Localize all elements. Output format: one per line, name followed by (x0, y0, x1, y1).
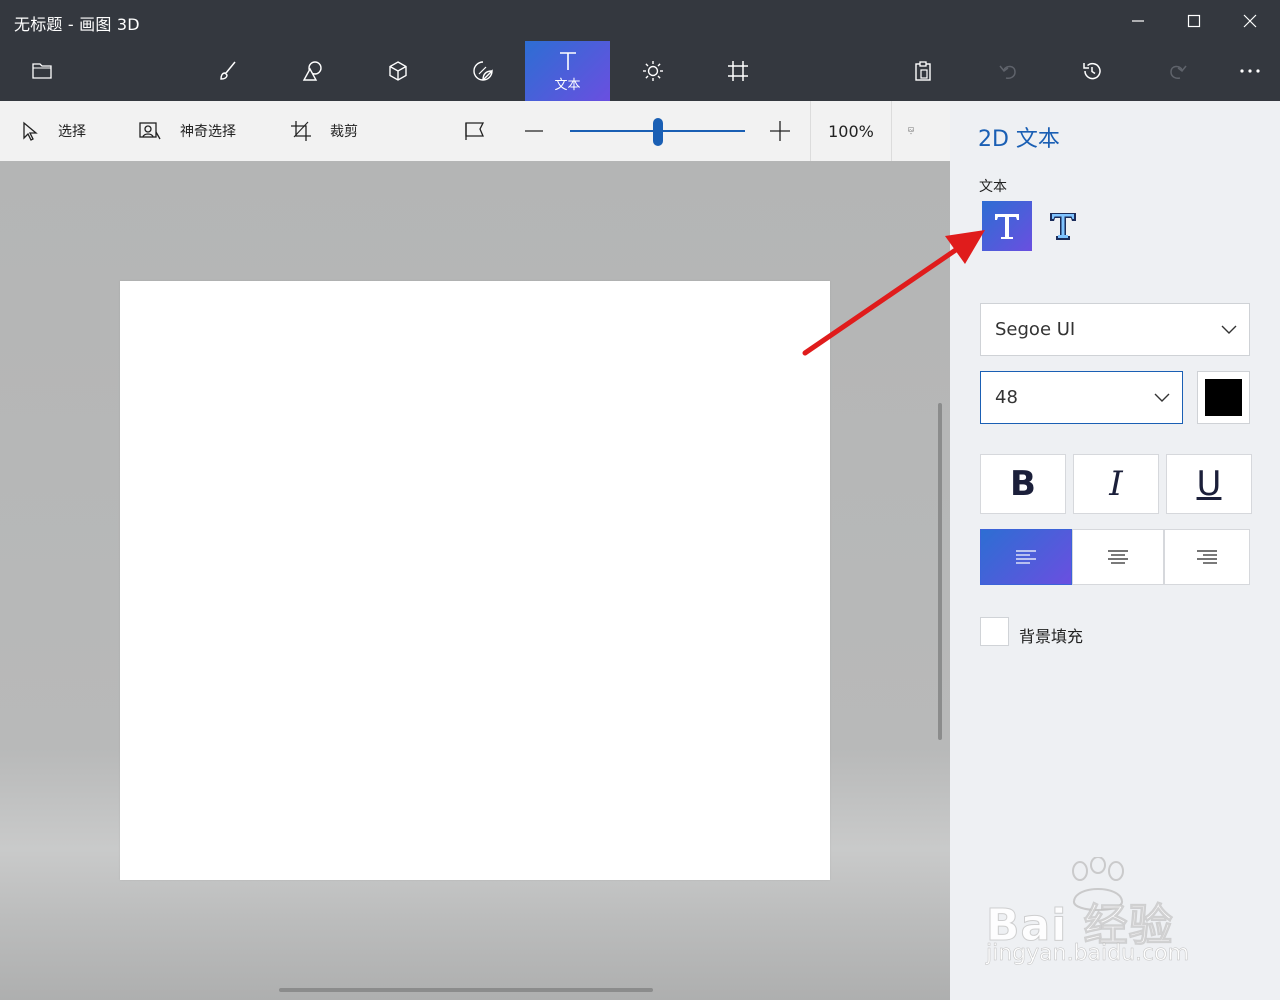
font-size-dropdown[interactable]: 48 (980, 371, 1183, 424)
select-button[interactable]: 选择 (20, 101, 86, 161)
maximize-button[interactable] (1166, 0, 1222, 41)
plus-icon (770, 121, 790, 141)
text-color-chip (1205, 379, 1242, 416)
undo-icon (999, 65, 1016, 79)
select-label: 选择 (58, 124, 86, 140)
tool-canvas[interactable] (695, 41, 780, 101)
tool-3d-shapes[interactable] (355, 41, 440, 101)
more-button[interactable] (1228, 41, 1272, 101)
tool-2d-shapes[interactable] (270, 41, 355, 101)
paste-icon (915, 61, 931, 81)
history-button[interactable] (1070, 41, 1114, 101)
background-fill-label: 背景填充 (1019, 627, 1084, 646)
watermark-site: jingyan.baidu.com (986, 941, 1190, 967)
stickers-icon (472, 61, 493, 81)
italic-button[interactable]: I (1073, 454, 1159, 514)
align-center-button[interactable] (1072, 529, 1164, 585)
cursor-icon (23, 121, 38, 141)
text-color-picker[interactable] (1197, 371, 1250, 424)
text-icon (559, 51, 576, 70)
paste-button[interactable] (901, 41, 945, 101)
align-right-button[interactable] (1164, 529, 1250, 585)
bold-button[interactable]: B (980, 454, 1066, 514)
crop-label: 裁剪 (330, 124, 358, 140)
minimize-icon (1132, 19, 1144, 22)
underline-button[interactable]: U (1166, 454, 1252, 514)
align-center-icon (1108, 550, 1128, 564)
minus-icon (525, 130, 543, 132)
undo-button[interactable] (986, 41, 1030, 101)
menu-button[interactable] (20, 41, 64, 101)
image-icon (908, 127, 914, 135)
align-left-button[interactable] (980, 529, 1072, 585)
annotation-arrow (802, 230, 985, 356)
crop-icon (291, 121, 311, 141)
redo-icon (1170, 65, 1187, 79)
drawing-canvas[interactable] (120, 281, 830, 880)
2d-shapes-icon (302, 61, 322, 81)
more-icon (1240, 69, 1260, 73)
folder-icon (32, 63, 52, 79)
background-fill-checkbox[interactable] (980, 617, 1009, 646)
tool-effects[interactable] (610, 41, 695, 101)
close-button[interactable] (1222, 0, 1278, 41)
magic-select-label: 神奇选择 (180, 124, 236, 140)
panel-title: 2D 文本 (978, 127, 1060, 152)
magic-select-icon (139, 122, 161, 140)
watermark: Bai 经验 jingyan.baidu.com (978, 855, 1238, 975)
effects-icon (642, 61, 663, 81)
main-toolbar: 文本 (0, 41, 1280, 101)
3d-shapes-icon (388, 61, 407, 81)
tool-text-label: 文本 (554, 77, 581, 93)
text-2d-icon (995, 214, 1019, 239)
text-3d-icon (1050, 213, 1076, 240)
zoom-slider-thumb[interactable] (652, 118, 663, 146)
vertical-scrollbar[interactable] (938, 403, 942, 740)
brush-icon (219, 61, 236, 80)
text-type-label: 文本 (979, 179, 1007, 195)
title-bar: 无标题 - 画图 3D (0, 0, 1280, 41)
view-3d-icon (465, 122, 485, 140)
redo-button[interactable] (1156, 41, 1200, 101)
sub-toolbar: 选择 神奇选择 裁剪 (0, 101, 950, 161)
zoom-out-button[interactable] (524, 101, 562, 161)
chevron-down-icon (1221, 325, 1237, 334)
zoom-in-button[interactable] (769, 101, 809, 161)
crop-button[interactable]: 裁剪 (290, 101, 358, 161)
history-icon (1083, 62, 1101, 80)
font-family-dropdown[interactable]: Segoe UI (980, 303, 1250, 356)
minimize-button[interactable] (1110, 0, 1166, 41)
view-3d-button[interactable] (463, 101, 505, 161)
font-family-value: Segoe UI (995, 319, 1076, 340)
close-icon (1243, 14, 1257, 27)
magic-select-button[interactable]: 神奇选择 (138, 101, 236, 161)
zoom-level[interactable]: 100% (810, 101, 892, 161)
align-right-icon (1197, 550, 1217, 564)
tool-stickers[interactable] (440, 41, 525, 101)
chevron-down-icon (1154, 393, 1170, 402)
canvas-icon (727, 61, 748, 81)
font-size-value: 48 (995, 387, 1018, 408)
tool-text[interactable]: 文本 (525, 41, 610, 101)
maximize-icon (1187, 14, 1201, 27)
horizontal-scrollbar[interactable] (279, 988, 653, 992)
tool-brushes[interactable] (185, 41, 270, 101)
align-left-icon (1016, 550, 1036, 564)
text-3d-button[interactable] (1038, 201, 1088, 251)
background-image-button[interactable] (908, 101, 932, 161)
app-title: 无标题 - 画图 3D (14, 15, 140, 34)
